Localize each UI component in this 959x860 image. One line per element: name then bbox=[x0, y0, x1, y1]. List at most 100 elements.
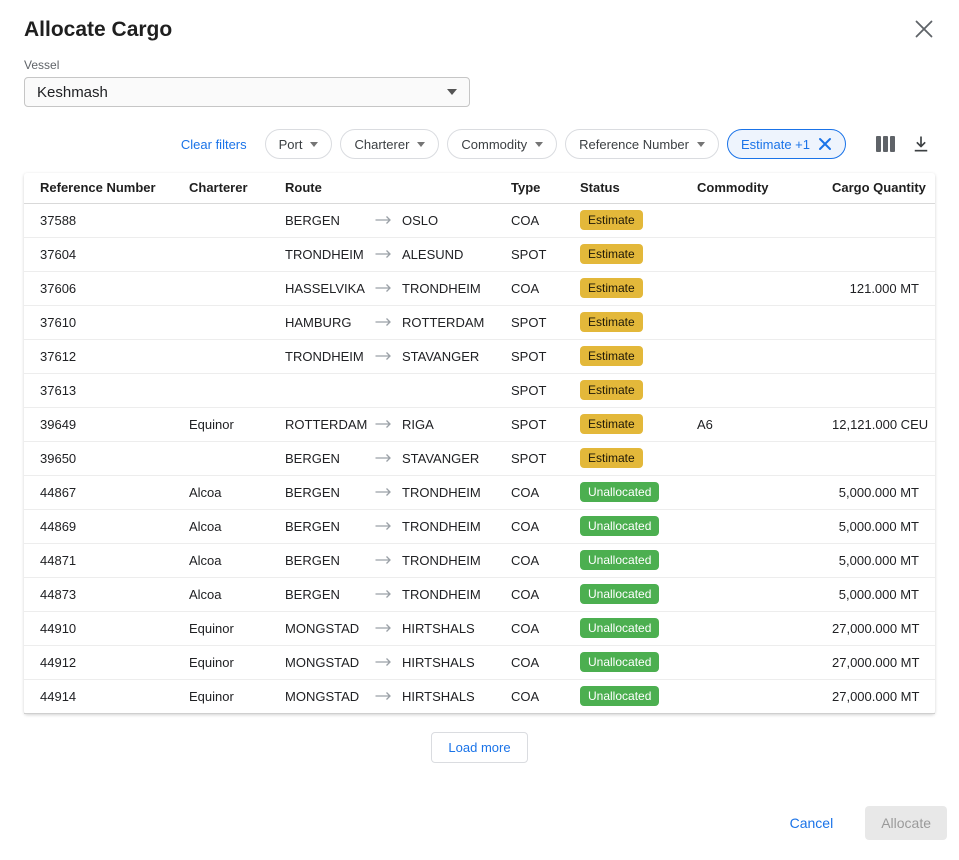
cell-commodity bbox=[689, 441, 824, 475]
cell-charterer: Equinor bbox=[181, 679, 277, 713]
cell-commodity bbox=[689, 373, 824, 407]
status-badge: Unallocated bbox=[580, 584, 659, 604]
clear-filters-link[interactable]: Clear filters bbox=[181, 137, 247, 152]
status-badge: Estimate bbox=[580, 346, 643, 366]
cell-commodity bbox=[689, 679, 824, 713]
columns-button[interactable] bbox=[872, 132, 899, 156]
chevron-down-icon bbox=[447, 89, 457, 95]
table-row[interactable]: 39649EquinorROTTERDAMRIGASPOTEstimateA61… bbox=[24, 407, 935, 441]
route-origin: BERGEN bbox=[285, 213, 375, 228]
table-row[interactable]: 39650BERGENSTAVANGERSPOTEstimate bbox=[24, 441, 935, 475]
route-origin: MONGSTAD bbox=[285, 689, 375, 704]
dialog-close-button[interactable] bbox=[911, 16, 937, 42]
dialog-title: Allocate Cargo bbox=[24, 18, 172, 42]
cell-status: Unallocated bbox=[572, 645, 689, 679]
load-more-button[interactable]: Load more bbox=[431, 732, 527, 763]
cell-charterer bbox=[181, 441, 277, 475]
table-row[interactable]: 37606HASSELVIKATRONDHEIMCOAEstimate121.0… bbox=[24, 271, 935, 305]
chevron-down-icon bbox=[417, 142, 425, 147]
cell-type: COA bbox=[503, 271, 572, 305]
cell-status: Unallocated bbox=[572, 475, 689, 509]
cell-commodity bbox=[689, 509, 824, 543]
table-row[interactable]: 37588BERGENOSLOCOAEstimate bbox=[24, 203, 935, 237]
filter-chip-reference-number[interactable]: Reference Number bbox=[565, 129, 719, 159]
table-row[interactable]: 44914EquinorMONGSTADHIRTSHALSCOAUnalloca… bbox=[24, 679, 935, 713]
allocate-button[interactable]: Allocate bbox=[865, 806, 947, 840]
route-destination: HIRTSHALS bbox=[402, 655, 475, 670]
cell-charterer bbox=[181, 305, 277, 339]
chevron-down-icon bbox=[310, 142, 318, 147]
cell-reference-number: 37612 bbox=[24, 339, 181, 373]
load-more-container: Load more bbox=[24, 732, 935, 763]
download-icon bbox=[911, 134, 931, 154]
route-arrow-icon bbox=[375, 249, 392, 259]
cell-reference-number: 37610 bbox=[24, 305, 181, 339]
cell-charterer bbox=[181, 339, 277, 373]
table-row[interactable]: 37612TRONDHEIMSTAVANGERSPOTEstimate bbox=[24, 339, 935, 373]
cell-charterer bbox=[181, 203, 277, 237]
route-destination: ALESUND bbox=[402, 247, 463, 262]
cell-type: SPOT bbox=[503, 373, 572, 407]
table-row[interactable]: 37610HAMBURGROTTERDAMSPOTEstimate bbox=[24, 305, 935, 339]
cell-commodity bbox=[689, 645, 824, 679]
cell-charterer: Equinor bbox=[181, 407, 277, 441]
column-header-charterer: Charterer bbox=[181, 173, 277, 203]
cell-commodity bbox=[689, 339, 824, 373]
filter-chip-commodity[interactable]: Commodity bbox=[447, 129, 557, 159]
filter-chip-charterer[interactable]: Charterer bbox=[340, 129, 439, 159]
cell-commodity bbox=[689, 475, 824, 509]
allocate-cargo-dialog: Allocate Cargo Vessel Keshmash Clear fil… bbox=[0, 0, 959, 860]
vessel-select[interactable]: Keshmash bbox=[24, 77, 470, 107]
status-badge: Estimate bbox=[580, 210, 643, 230]
chip-label: Estimate +1 bbox=[741, 137, 810, 152]
cell-type: SPOT bbox=[503, 407, 572, 441]
table-row[interactable]: 44912EquinorMONGSTADHIRTSHALSCOAUnalloca… bbox=[24, 645, 935, 679]
cell-status: Unallocated bbox=[572, 509, 689, 543]
table-row[interactable]: 44871AlcoaBERGENTRONDHEIMCOAUnallocated5… bbox=[24, 543, 935, 577]
close-icon bbox=[915, 20, 933, 38]
cell-type: COA bbox=[503, 203, 572, 237]
cell-status: Estimate bbox=[572, 305, 689, 339]
cell-status: Unallocated bbox=[572, 611, 689, 645]
cell-reference-number: 37613 bbox=[24, 373, 181, 407]
route-origin: MONGSTAD bbox=[285, 655, 375, 670]
cell-reference-number: 39650 bbox=[24, 441, 181, 475]
cell-cargo-quantity bbox=[824, 237, 935, 271]
cell-route: TRONDHEIMSTAVANGER bbox=[277, 339, 503, 373]
cell-cargo-quantity: 5,000.000 MT bbox=[824, 509, 935, 543]
route-arrow-icon bbox=[375, 215, 392, 225]
column-header-type: Type bbox=[503, 173, 572, 203]
cell-reference-number: 37604 bbox=[24, 237, 181, 271]
close-icon[interactable] bbox=[818, 137, 832, 151]
route-destination: TRONDHEIM bbox=[402, 519, 481, 534]
cell-type: COA bbox=[503, 679, 572, 713]
download-button[interactable] bbox=[907, 130, 935, 158]
table-row[interactable]: 37604TRONDHEIMALESUNDSPOTEstimate bbox=[24, 237, 935, 271]
status-badge: Unallocated bbox=[580, 686, 659, 706]
table-row[interactable]: 44867AlcoaBERGENTRONDHEIMCOAUnallocated5… bbox=[24, 475, 935, 509]
cell-type: COA bbox=[503, 475, 572, 509]
cell-status: Estimate bbox=[572, 441, 689, 475]
cell-status: Estimate bbox=[572, 271, 689, 305]
column-header-route: Route bbox=[277, 173, 503, 203]
cell-reference-number: 44910 bbox=[24, 611, 181, 645]
route-arrow-icon bbox=[375, 351, 392, 361]
cell-reference-number: 37588 bbox=[24, 203, 181, 237]
filter-chip-status-estimate[interactable]: Estimate +1 bbox=[727, 129, 846, 159]
cell-status: Estimate bbox=[572, 339, 689, 373]
chevron-down-icon bbox=[535, 142, 543, 147]
cell-cargo-quantity bbox=[824, 373, 935, 407]
status-badge: Unallocated bbox=[580, 550, 659, 570]
table-row[interactable]: 37613SPOTEstimate bbox=[24, 373, 935, 407]
table-row[interactable]: 44869AlcoaBERGENTRONDHEIMCOAUnallocated5… bbox=[24, 509, 935, 543]
cancel-button[interactable]: Cancel bbox=[784, 807, 840, 839]
cell-route: HAMBURGROTTERDAM bbox=[277, 305, 503, 339]
chevron-down-icon bbox=[697, 142, 705, 147]
cell-reference-number: 37606 bbox=[24, 271, 181, 305]
table-row[interactable]: 44910EquinorMONGSTADHIRTSHALSCOAUnalloca… bbox=[24, 611, 935, 645]
filter-chip-port[interactable]: Port bbox=[265, 129, 333, 159]
cell-cargo-quantity: 27,000.000 MT bbox=[824, 679, 935, 713]
chip-label: Reference Number bbox=[579, 137, 689, 152]
table-row[interactable]: 44873AlcoaBERGENTRONDHEIMCOAUnallocated5… bbox=[24, 577, 935, 611]
cell-type: COA bbox=[503, 645, 572, 679]
